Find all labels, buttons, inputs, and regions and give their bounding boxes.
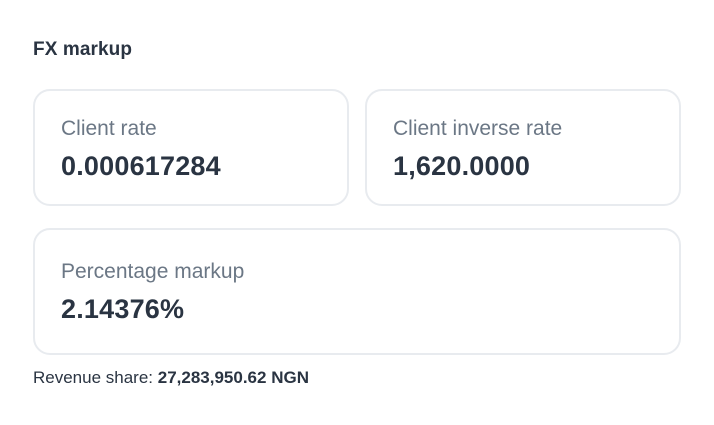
fx-markup-panel: FX markup Client rate 0.000617284 Client…: [0, 0, 714, 425]
percentage-markup-value: 2.14376%: [61, 294, 185, 324]
section-title: FX markup: [33, 39, 133, 60]
revenue-share-label: Revenue share:: [33, 368, 158, 387]
client-rate-label: Client rate: [61, 117, 157, 140]
client-rate-card: Client rate 0.000617284: [33, 89, 349, 206]
client-inverse-rate-card: Client inverse rate 1,620.0000: [365, 89, 681, 206]
client-rate-value: 0.000617284: [61, 151, 221, 181]
revenue-share-line: Revenue share: 27,283,950.62 NGN: [33, 368, 309, 388]
client-inverse-rate-value: 1,620.0000: [393, 151, 531, 181]
percentage-markup-label: Percentage markup: [61, 260, 245, 283]
revenue-share-value: 27,283,950.62 NGN: [157, 368, 309, 387]
client-inverse-rate-label: Client inverse rate: [393, 117, 563, 140]
percentage-markup-card: Percentage markup 2.14376%: [33, 228, 681, 355]
